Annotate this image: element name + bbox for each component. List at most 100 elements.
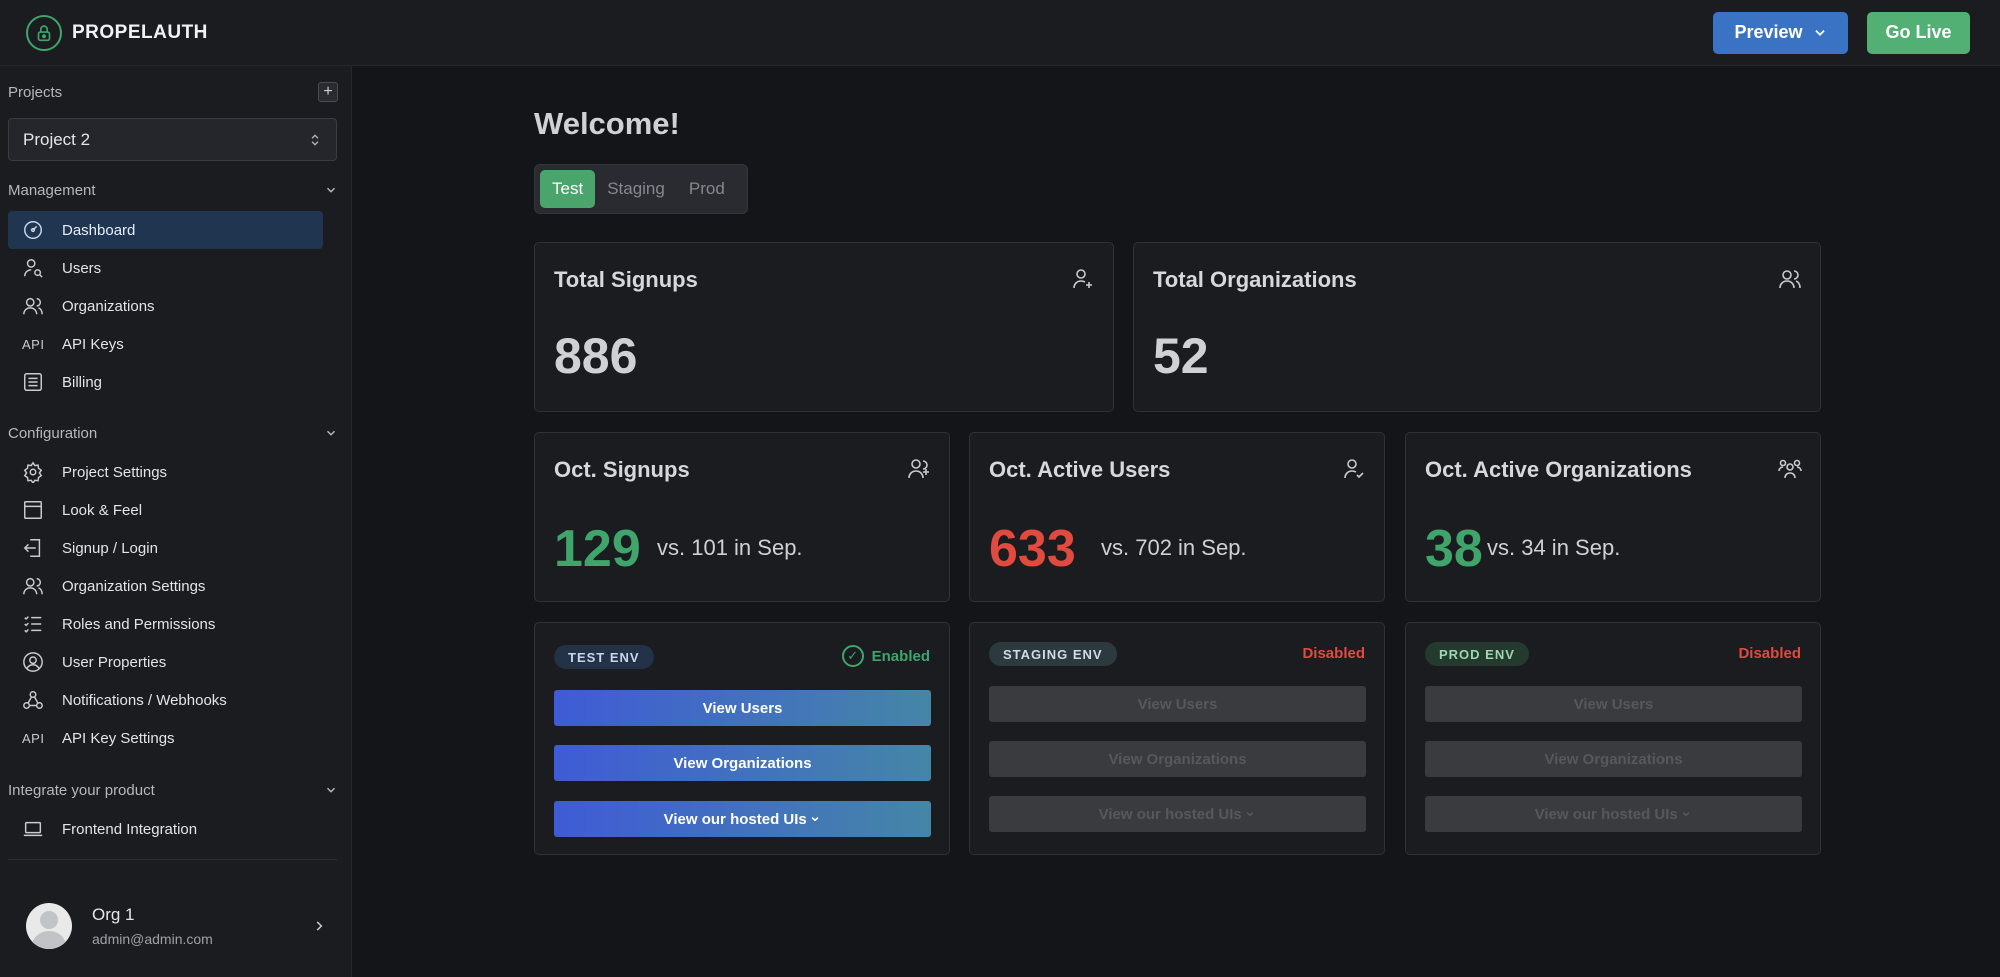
chevron-down-icon — [1814, 29, 1825, 36]
integrate-header[interactable]: Integrate your product — [8, 780, 338, 800]
dashboard-icon — [22, 219, 44, 241]
sidebar-item-billing[interactable]: Billing — [8, 363, 323, 401]
sidebar-item-label: API Keys — [62, 335, 124, 353]
user-circle-icon — [22, 651, 44, 673]
oct-signups-value: 129 — [554, 520, 641, 578]
propelauth-logo-icon — [26, 14, 62, 51]
sidebar-item-label: Dashboard — [62, 221, 136, 239]
page-title: Welcome! — [534, 106, 680, 141]
view-users-button[interactable]: View Users — [554, 690, 931, 726]
preview-button[interactable]: Preview — [1713, 11, 1848, 54]
tab-prod[interactable]: Prod — [677, 170, 737, 208]
projects-header: Projects + — [8, 82, 338, 102]
sidebar: Projects + Project 2 Management Dashboar… — [0, 66, 352, 977]
view-organizations-button[interactable]: View Organizations — [1425, 741, 1802, 777]
view-hosted-uis-button[interactable]: View our hosted UIs ⌄ — [1425, 796, 1802, 832]
api-icon: API — [22, 730, 45, 746]
management-header[interactable]: Management — [8, 180, 338, 200]
sidebar-item-roles-permissions[interactable]: Roles and Permissions — [8, 605, 323, 643]
view-users-button[interactable]: View Users — [989, 686, 1366, 722]
chevron-down-icon — [326, 787, 336, 793]
login-icon — [22, 537, 44, 559]
sidebar-item-label: Signup / Login — [62, 539, 158, 557]
chevron-down-icon: ⌄ — [808, 808, 822, 825]
projects-label: Projects — [8, 83, 63, 101]
org-switcher[interactable]: Org 1 admin@admin.com — [26, 901, 326, 951]
oct-active-users-compare: vs. 702 in Sep. — [1101, 535, 1247, 560]
env-status: Disabled — [1302, 645, 1365, 662]
project-selector[interactable]: Project 2 — [8, 118, 337, 161]
env-status-label: Enabled — [871, 647, 930, 665]
sidebar-item-label: Frontend Integration — [62, 820, 198, 838]
view-hosted-uis-button[interactable]: View our hosted UIs ⌄ — [989, 796, 1366, 832]
view-organizations-button[interactable]: View Organizations — [554, 745, 931, 781]
card-title: Oct. Active Users — [989, 457, 1171, 482]
test-env-card: TEST ENV ✓ Enabled View Users View Organ… — [534, 622, 950, 855]
total-signups-value: 886 — [554, 328, 638, 384]
configuration-header[interactable]: Configuration — [8, 423, 338, 443]
prod-env-card: PROD ENV Disabled View Users View Organi… — [1405, 622, 1821, 855]
check-circle-icon: ✓ — [841, 645, 864, 667]
brand[interactable]: PROPELAUTH — [26, 14, 208, 51]
staging-env-card: STAGING ENV Disabled View Users View Org… — [969, 622, 1385, 855]
add-project-button[interactable]: + — [318, 82, 338, 102]
sidebar-item-organizations[interactable]: Organizations — [8, 287, 323, 325]
view-organizations-button[interactable]: View Organizations — [989, 741, 1366, 777]
oct-active-users-value: 633 — [989, 520, 1076, 578]
org-email: admin@admin.com — [92, 931, 213, 947]
oct-active-organizations-compare: vs. 34 in Sep. — [1487, 535, 1621, 560]
chevron-down-icon: ⌄ — [1679, 803, 1693, 820]
tab-staging[interactable]: Staging — [595, 170, 677, 208]
brand-name: PROPELAUTH — [72, 21, 208, 43]
sidebar-item-users[interactable]: Users — [8, 249, 323, 287]
gear-icon — [22, 461, 44, 483]
sidebar-item-label: Billing — [62, 373, 103, 391]
oct-signups-compare: vs. 101 in Sep. — [657, 535, 803, 560]
management-label: Management — [8, 181, 96, 199]
sidebar-item-label: API Key Settings — [62, 729, 175, 747]
hosted-uis-label: View our hosted UIs — [1098, 805, 1242, 823]
sidebar-item-api-key-settings[interactable]: API API Key Settings — [8, 719, 323, 757]
sidebar-item-signup-login[interactable]: Signup / Login — [8, 529, 323, 567]
card-title: Oct. Active Organizations — [1425, 457, 1692, 482]
sidebar-item-notifications-webhooks[interactable]: Notifications / Webhooks — [8, 681, 323, 719]
sidebar-item-dashboard[interactable]: Dashboard — [8, 211, 323, 249]
oct-signups-card: Oct. Signups 129 vs. 101 in Sep. — [534, 432, 950, 602]
card-title: Total Organizations — [1153, 267, 1357, 292]
total-organizations-card: Total Organizations 52 — [1133, 242, 1821, 412]
hosted-uis-label: View our hosted UIs — [663, 810, 807, 828]
avatar — [26, 903, 72, 949]
go-live-button[interactable]: Go Live — [1867, 11, 1970, 54]
sidebar-item-project-settings[interactable]: Project Settings — [8, 453, 323, 491]
env-badge: PROD ENV — [1425, 642, 1529, 666]
oct-active-organizations-card: Oct. Active Organizations 38 vs. 34 in S… — [1405, 432, 1821, 602]
view-users-button[interactable]: View Users — [1425, 686, 1802, 722]
oct-active-organizations-value: 38 — [1425, 520, 1483, 578]
card-title: Oct. Signups — [554, 457, 690, 482]
sidebar-item-user-properties[interactable]: User Properties — [8, 643, 323, 681]
total-organizations-value: 52 — [1153, 328, 1209, 384]
users-icon — [1778, 267, 1802, 291]
sidebar-item-api-keys[interactable]: API API Keys — [8, 325, 323, 363]
sidebar-item-label: Project Settings — [62, 463, 168, 481]
sidebar-divider — [8, 859, 337, 860]
env-badge: STAGING ENV — [989, 642, 1117, 666]
tab-test[interactable]: Test — [540, 170, 596, 208]
view-hosted-uis-button[interactable]: View our hosted UIs ⌄ — [554, 801, 931, 837]
chevron-down-icon — [326, 187, 336, 193]
org-name: Org 1 — [92, 905, 135, 924]
card-title: Total Signups — [554, 267, 698, 292]
env-badge: TEST ENV — [554, 645, 654, 669]
sidebar-item-label: Notifications / Webhooks — [62, 691, 227, 709]
sidebar-item-frontend-integration[interactable]: Frontend Integration — [8, 810, 323, 848]
integrate-label: Integrate your product — [8, 781, 155, 799]
sidebar-item-label: Users — [62, 259, 102, 277]
sidebar-item-look-and-feel[interactable]: Look & Feel — [8, 491, 323, 529]
env-status: Disabled — [1738, 645, 1801, 662]
sidebar-item-organization-settings[interactable]: Organization Settings — [8, 567, 323, 605]
checklist-icon — [22, 613, 44, 635]
env-status: ✓ Enabled — [841, 645, 930, 667]
top-bar: PROPELAUTH Preview Go Live — [0, 0, 2000, 66]
webhook-icon — [22, 689, 44, 711]
chevron-right-icon — [316, 921, 323, 931]
